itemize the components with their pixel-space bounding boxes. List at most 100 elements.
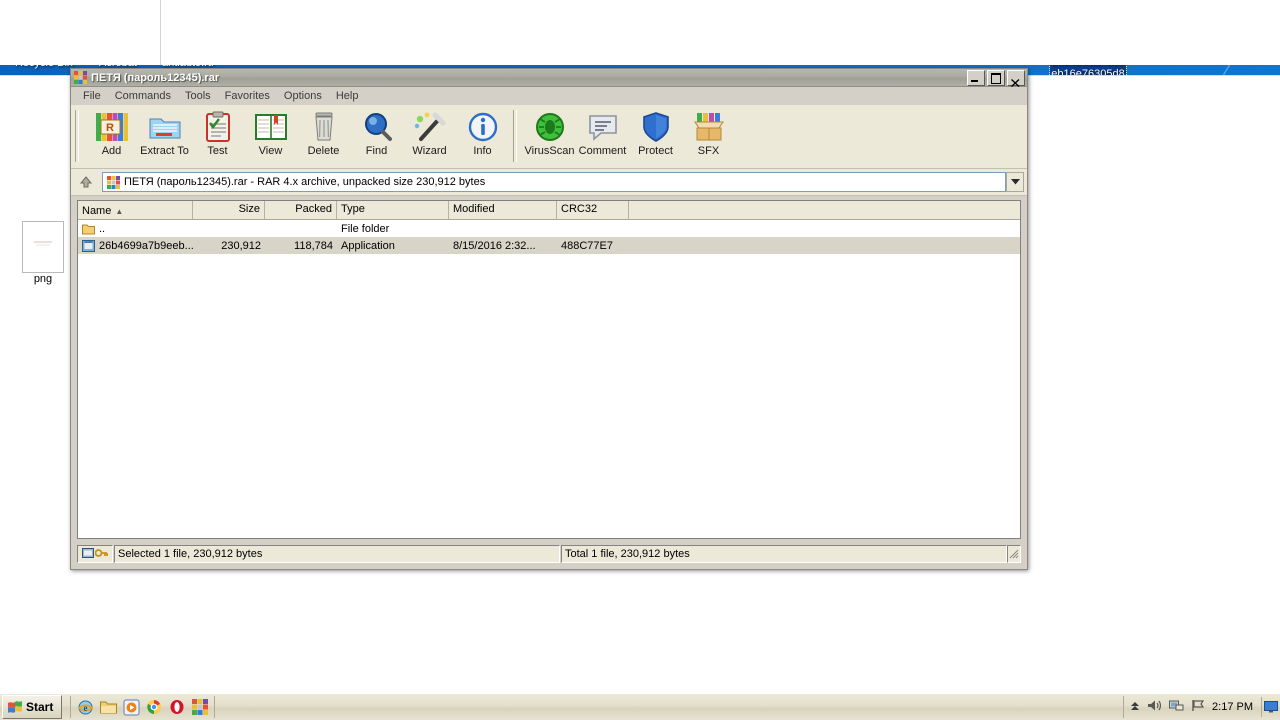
column-header-filler	[629, 201, 1020, 219]
toolbar-label: SFX	[697, 145, 720, 157]
clock[interactable]: 2:17 PM	[1212, 701, 1253, 713]
winrar-menubar: File Commands Tools Favorites Options He…	[71, 87, 1027, 105]
file-list-header: Name ▲ Size Packed Type Modified CRC32	[78, 201, 1020, 220]
toolbar-button-comment[interactable]: Comment	[576, 108, 629, 157]
column-header-modified[interactable]: Modified	[449, 201, 557, 219]
toolbar-button-info[interactable]: Info	[456, 108, 509, 157]
winrar-icon[interactable]	[190, 697, 210, 717]
row-packed-cell: 118,784	[294, 239, 333, 252]
toolbar-label: Test	[207, 145, 228, 157]
menu-item-help[interactable]: Help	[329, 89, 366, 103]
menu-item-commands[interactable]: Commands	[108, 89, 178, 103]
toolbar-label: Find	[365, 145, 388, 157]
table-row[interactable]: .. File folder	[78, 220, 1020, 237]
winrar-file-list[interactable]: Name ▲ Size Packed Type Modified CRC32 .…	[77, 200, 1021, 539]
navigation-pane[interactable]	[0, 0, 161, 65]
folder-up-icon	[82, 223, 95, 235]
key-lock-icon	[94, 548, 109, 561]
info-circle-icon	[456, 110, 509, 144]
virusscan-bug-icon	[523, 110, 576, 144]
winrar-titlebar[interactable]: ПЕТЯ (пароль12345).rar	[71, 69, 1027, 87]
column-header-packed[interactable]: Packed	[265, 201, 337, 219]
svg-text:R: R	[106, 122, 114, 134]
row-name-text: 26b4699a7b9eeb...	[99, 239, 193, 252]
archive-path-field[interactable]: ПЕТЯ (пароль12345).rar - RAR 4.x archive…	[102, 172, 1006, 192]
toolbar-label: View	[258, 145, 283, 157]
row-name-cell: 26b4699a7b9eeb...	[78, 239, 193, 252]
chevron-down-icon[interactable]	[1006, 172, 1024, 192]
row-modified-cell: 8/15/2016 2:32...	[453, 239, 536, 252]
winrar-statusbar: Selected 1 file, 230,912 bytes Total 1 f…	[77, 545, 1021, 563]
internet-explorer-icon[interactable]: e	[75, 697, 95, 717]
file-list-pane[interactable]	[161, 0, 1280, 65]
start-label: Start	[26, 700, 54, 714]
sort-ascending-icon: ▲	[115, 206, 124, 216]
toolbar-label: Info	[473, 145, 492, 157]
toolbar-label: Wizard	[412, 145, 447, 157]
toolbar-label: Extract To	[140, 145, 189, 157]
start-button[interactable]: Start	[2, 695, 63, 719]
column-label: Name	[82, 205, 112, 217]
menu-item-tools[interactable]: Tools	[178, 89, 218, 103]
table-row[interactable]: 26b4699a7b9eeb... 230,912 118,784 Applic…	[78, 237, 1020, 254]
close-button[interactable]	[1007, 69, 1025, 87]
network-icon[interactable]	[1169, 699, 1184, 715]
chrome-icon[interactable]	[144, 697, 164, 717]
toolbar-label: VirusScan	[524, 145, 575, 157]
svg-text:e: e	[83, 703, 87, 713]
column-header-size[interactable]: Size	[193, 201, 265, 219]
windows-flag-icon	[7, 700, 23, 715]
toolbar-label: Protect	[638, 145, 673, 157]
winrar-window[interactable]: ПЕТЯ (пароль12345).rar File Commands Too…	[70, 68, 1028, 570]
winrar-books-icon	[107, 175, 120, 189]
resize-grip[interactable]	[1007, 545, 1021, 563]
media-player-icon[interactable]	[121, 697, 141, 717]
toolbar-button-test[interactable]: Test	[191, 108, 244, 157]
action-flag-icon[interactable]	[1191, 699, 1205, 715]
winrar-toolbar: R Add Extract To Test View Delete Find W…	[71, 105, 1027, 169]
comment-balloon-icon	[576, 110, 629, 144]
show-desktop-icon[interactable]	[1261, 697, 1280, 717]
toolbar-label: Add	[101, 145, 122, 157]
taskbar[interactable]: Start e 2:17 PM	[0, 693, 1280, 720]
row-type-cell: Application	[341, 239, 395, 252]
toolbar-button-sfx[interactable]: SFX	[682, 108, 735, 157]
status-icons	[77, 545, 113, 563]
column-header-type[interactable]: Type	[337, 201, 449, 219]
delete-trash-icon	[297, 110, 350, 144]
explorer-folder-icon[interactable]	[98, 697, 118, 717]
toolbar-separator	[513, 110, 517, 162]
menu-item-favorites[interactable]: Favorites	[218, 89, 277, 103]
winrar-books-icon	[74, 71, 87, 84]
winrar-title: ПЕТЯ (пароль12345).rar	[91, 71, 220, 84]
status-total-text: Total 1 file, 230,912 bytes	[561, 545, 1007, 563]
wizard-wand-icon	[403, 110, 456, 144]
up-arrow-icon[interactable]	[74, 171, 98, 193]
toolbar-button-delete[interactable]: Delete	[297, 108, 350, 157]
menu-item-file[interactable]: File	[76, 89, 108, 103]
toolbar-button-extract-to[interactable]: Extract To	[138, 108, 191, 157]
toolbar-button-add[interactable]: R Add	[85, 108, 138, 157]
archive-path-text: ПЕТЯ (пароль12345).rar - RAR 4.x archive…	[124, 176, 486, 188]
sfx-box-icon	[682, 110, 735, 144]
minimize-button[interactable]	[967, 69, 985, 86]
menu-item-options[interactable]: Options	[277, 89, 329, 103]
volume-icon[interactable]	[1147, 699, 1162, 715]
add-archive-icon: R	[85, 110, 138, 144]
column-header-crc32[interactable]: CRC32	[557, 201, 629, 219]
toolbar-separator	[75, 110, 79, 162]
show-hidden-icons-arrow[interactable]	[1130, 700, 1140, 715]
list-item[interactable]: png	[12, 221, 74, 285]
toolbar-label: Comment	[578, 145, 627, 157]
toolbar-button-find[interactable]: Find	[350, 108, 403, 157]
quick-launch-bar: e	[70, 696, 216, 718]
opera-icon[interactable]	[167, 697, 187, 717]
toolbar-button-view[interactable]: View	[244, 108, 297, 157]
toolbar-button-virusscan[interactable]: VirusScan	[523, 108, 576, 157]
column-header-name[interactable]: Name ▲	[78, 201, 193, 219]
toolbar-button-protect[interactable]: Protect	[629, 108, 682, 157]
system-tray: 2:17 PM	[1123, 696, 1259, 718]
maximize-button[interactable]	[987, 69, 1005, 86]
application-exe-icon	[82, 239, 95, 252]
toolbar-button-wizard[interactable]: Wizard	[403, 108, 456, 157]
